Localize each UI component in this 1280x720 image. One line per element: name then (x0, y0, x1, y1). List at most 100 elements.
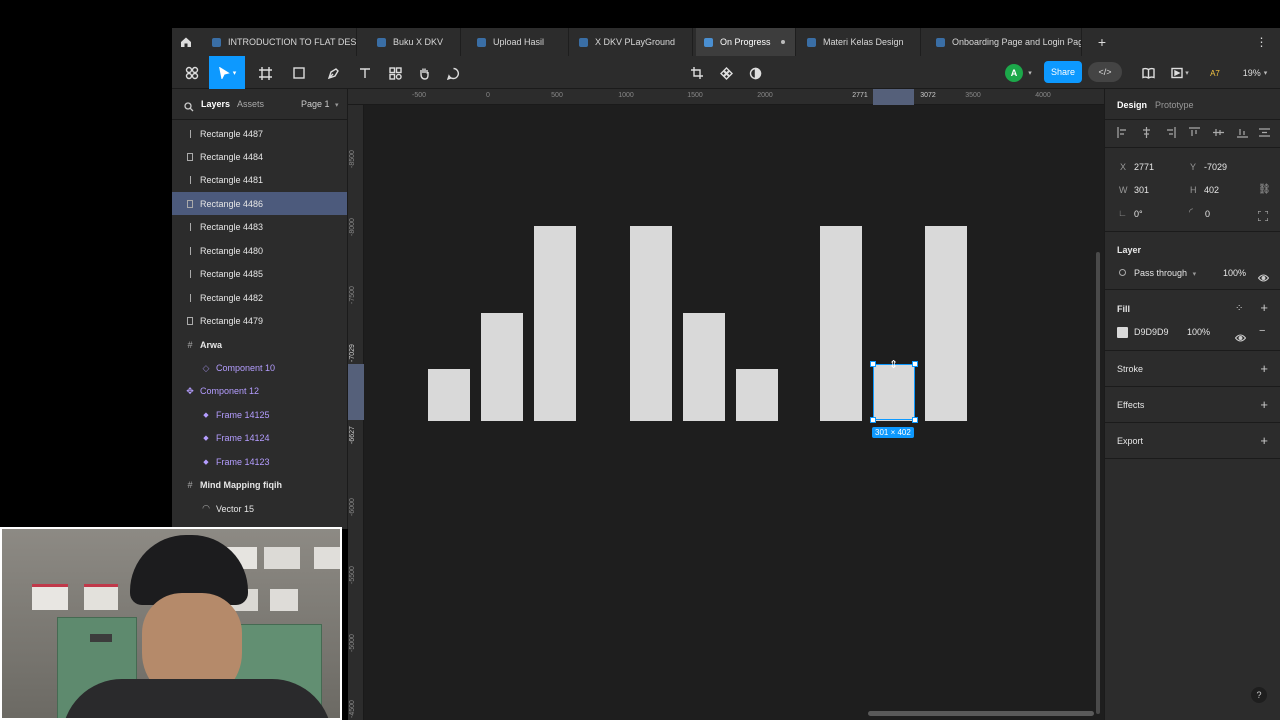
crop-icon[interactable] (686, 60, 708, 86)
more-menu-icon[interactable]: ⋮ (1252, 29, 1272, 55)
layer-opacity-input[interactable]: 100% (1223, 268, 1246, 278)
add-export-icon[interactable]: + (1260, 433, 1268, 448)
add-fill-icon[interactable]: + (1260, 300, 1268, 315)
rectangle-shape[interactable] (630, 226, 672, 421)
present-icon[interactable]: ▾ (1168, 60, 1192, 86)
tab-onboarding[interactable]: Onboarding Page and Login Pag (928, 28, 1082, 56)
layer-row[interactable]: ◆ Frame 14123 (172, 450, 347, 473)
style-grid-icon[interactable]: ⁘ (1235, 303, 1243, 314)
user-avatar[interactable]: A (1005, 64, 1023, 82)
home-icon[interactable] (172, 29, 200, 55)
x-input[interactable]: 2771 (1134, 162, 1154, 172)
layer-row[interactable]: # Arwa (172, 333, 347, 356)
dev-mode-toggle[interactable]: </> (1088, 62, 1122, 82)
layer-row[interactable]: Rectangle 4480 (172, 239, 347, 262)
effects-section-title: Effects (1117, 400, 1145, 410)
tab-layers[interactable]: Layers (201, 99, 230, 109)
layer-row[interactable]: Rectangle 4482 (172, 286, 347, 309)
fill-color-swatch[interactable] (1117, 327, 1128, 338)
rectangle-shape[interactable] (820, 226, 862, 421)
rectangle-shape[interactable] (481, 313, 523, 421)
layer-row[interactable]: Rectangle 4486 (172, 192, 347, 216)
layer-row[interactable]: # Mind Mapping fiqih (172, 474, 347, 497)
selection-box[interactable] (873, 364, 915, 420)
tab-intro-flat-design[interactable]: INTRODUCTION TO FLAT DESIG (204, 28, 357, 56)
chevron-down-icon[interactable]: ▾ (1025, 60, 1035, 86)
frame-tool-button[interactable] (252, 60, 278, 86)
y-input[interactable]: -7029 (1204, 162, 1227, 172)
tab-prototype[interactable]: Prototype (1155, 100, 1194, 110)
resize-handle[interactable] (912, 417, 918, 423)
move-tool-button[interactable]: ▾ (209, 56, 245, 89)
h-input[interactable]: 402 (1204, 185, 1219, 195)
resize-handle[interactable] (912, 361, 918, 367)
tab-materi-kelas[interactable]: Materi Kelas Design (799, 28, 921, 56)
w-input[interactable]: 301 (1134, 185, 1149, 195)
resources-tool-button[interactable] (384, 60, 406, 86)
hand-tool-button[interactable] (413, 60, 435, 86)
layer-row[interactable]: ◆ Frame 14125 (172, 403, 347, 426)
rotation-input[interactable]: 0° (1134, 209, 1143, 219)
layer-row[interactable]: Rectangle 4483 (172, 216, 347, 239)
resize-handle[interactable] (870, 417, 876, 423)
tab-buku-dkv[interactable]: Buku X DKV (369, 28, 461, 56)
contrast-icon[interactable] (744, 60, 766, 86)
component-icon[interactable] (715, 60, 737, 86)
align-center-h-icon[interactable] (1141, 125, 1152, 143)
align-left-icon[interactable] (1117, 125, 1128, 143)
share-button[interactable]: Share (1044, 61, 1082, 83)
add-stroke-icon[interactable]: + (1260, 361, 1268, 376)
tab-on-progress[interactable]: On Progress (696, 28, 796, 56)
toolbar: ▾ A ▾ Share </> ▾ A7 19% ▾ (172, 56, 1280, 89)
layer-row[interactable]: Rectangle 4487 (172, 122, 347, 145)
layer-row[interactable]: ◆ Frame 14124 (172, 427, 347, 450)
layer-row[interactable]: Rectangle 4484 (172, 145, 347, 168)
tab-upload-hasil[interactable]: Upload Hasil (469, 28, 569, 56)
zoom-dropdown[interactable]: 19% ▾ (1238, 60, 1272, 86)
tab-dkv-playground[interactable]: X DKV PLayGround (571, 28, 693, 56)
align-top-icon[interactable] (1189, 125, 1200, 143)
new-tab-plus-icon[interactable]: + (1092, 29, 1112, 55)
layer-row[interactable]: ✥ Component 12 (172, 380, 347, 403)
tab-design[interactable]: Design (1117, 100, 1147, 110)
library-icon[interactable] (1138, 60, 1158, 86)
layer-row[interactable]: Rectangle 4485 (172, 263, 347, 286)
fill-opacity-input[interactable]: 100% (1187, 327, 1210, 337)
shape-tool-button[interactable] (286, 60, 312, 86)
page-selector[interactable]: Page 1 ▾ (301, 99, 339, 109)
vertical-scrollbar[interactable] (1096, 252, 1100, 714)
layer-row[interactable]: ◠ Vector 15 (172, 497, 347, 520)
rectangle-shape[interactable] (683, 313, 725, 421)
add-effect-icon[interactable]: + (1260, 397, 1268, 412)
align-bottom-icon[interactable] (1237, 125, 1248, 143)
align-right-icon[interactable] (1165, 125, 1176, 143)
horizontal-scrollbar[interactable] (868, 711, 1094, 716)
search-icon[interactable] (184, 99, 194, 117)
text-tool-button[interactable] (354, 60, 376, 86)
tab-assets[interactable]: Assets (237, 99, 264, 109)
layer-row[interactable]: Rectangle 4479 (172, 310, 347, 333)
rectangle-shape[interactable] (428, 369, 470, 421)
main-menu-icon[interactable] (178, 60, 206, 86)
fill-hex-input[interactable]: D9D9D9 (1134, 327, 1169, 337)
constrain-proportions-icon[interactable]: ⛓ (1258, 184, 1271, 195)
comment-tool-button[interactable] (442, 60, 464, 86)
design-panel: Design Prototype X 2771 Y -7029 W 301 H … (1104, 89, 1280, 720)
eye-icon[interactable] (1257, 269, 1270, 287)
align-center-v-icon[interactable] (1213, 125, 1224, 143)
help-button[interactable]: ? (1251, 687, 1267, 703)
layer-row[interactable]: Rectangle 4481 (172, 169, 347, 192)
rectangle-shape[interactable] (534, 226, 576, 421)
rectangle-shape[interactable] (925, 226, 967, 421)
rectangle-shape[interactable] (736, 369, 778, 421)
instance-icon: ◆ (203, 435, 209, 443)
remove-fill-icon[interactable]: − (1259, 325, 1265, 337)
layer-row[interactable]: ◇ Component 10 (172, 357, 347, 380)
blend-mode-dropdown[interactable]: Pass through ▾ (1134, 268, 1196, 278)
eye-icon[interactable] (1234, 329, 1247, 347)
independent-corners-icon[interactable] (1257, 208, 1269, 226)
pen-tool-button[interactable] (320, 60, 346, 86)
resize-handle[interactable] (870, 361, 876, 367)
corner-radius-input[interactable]: 0 (1205, 209, 1210, 219)
distribute-icon[interactable] (1259, 125, 1270, 143)
